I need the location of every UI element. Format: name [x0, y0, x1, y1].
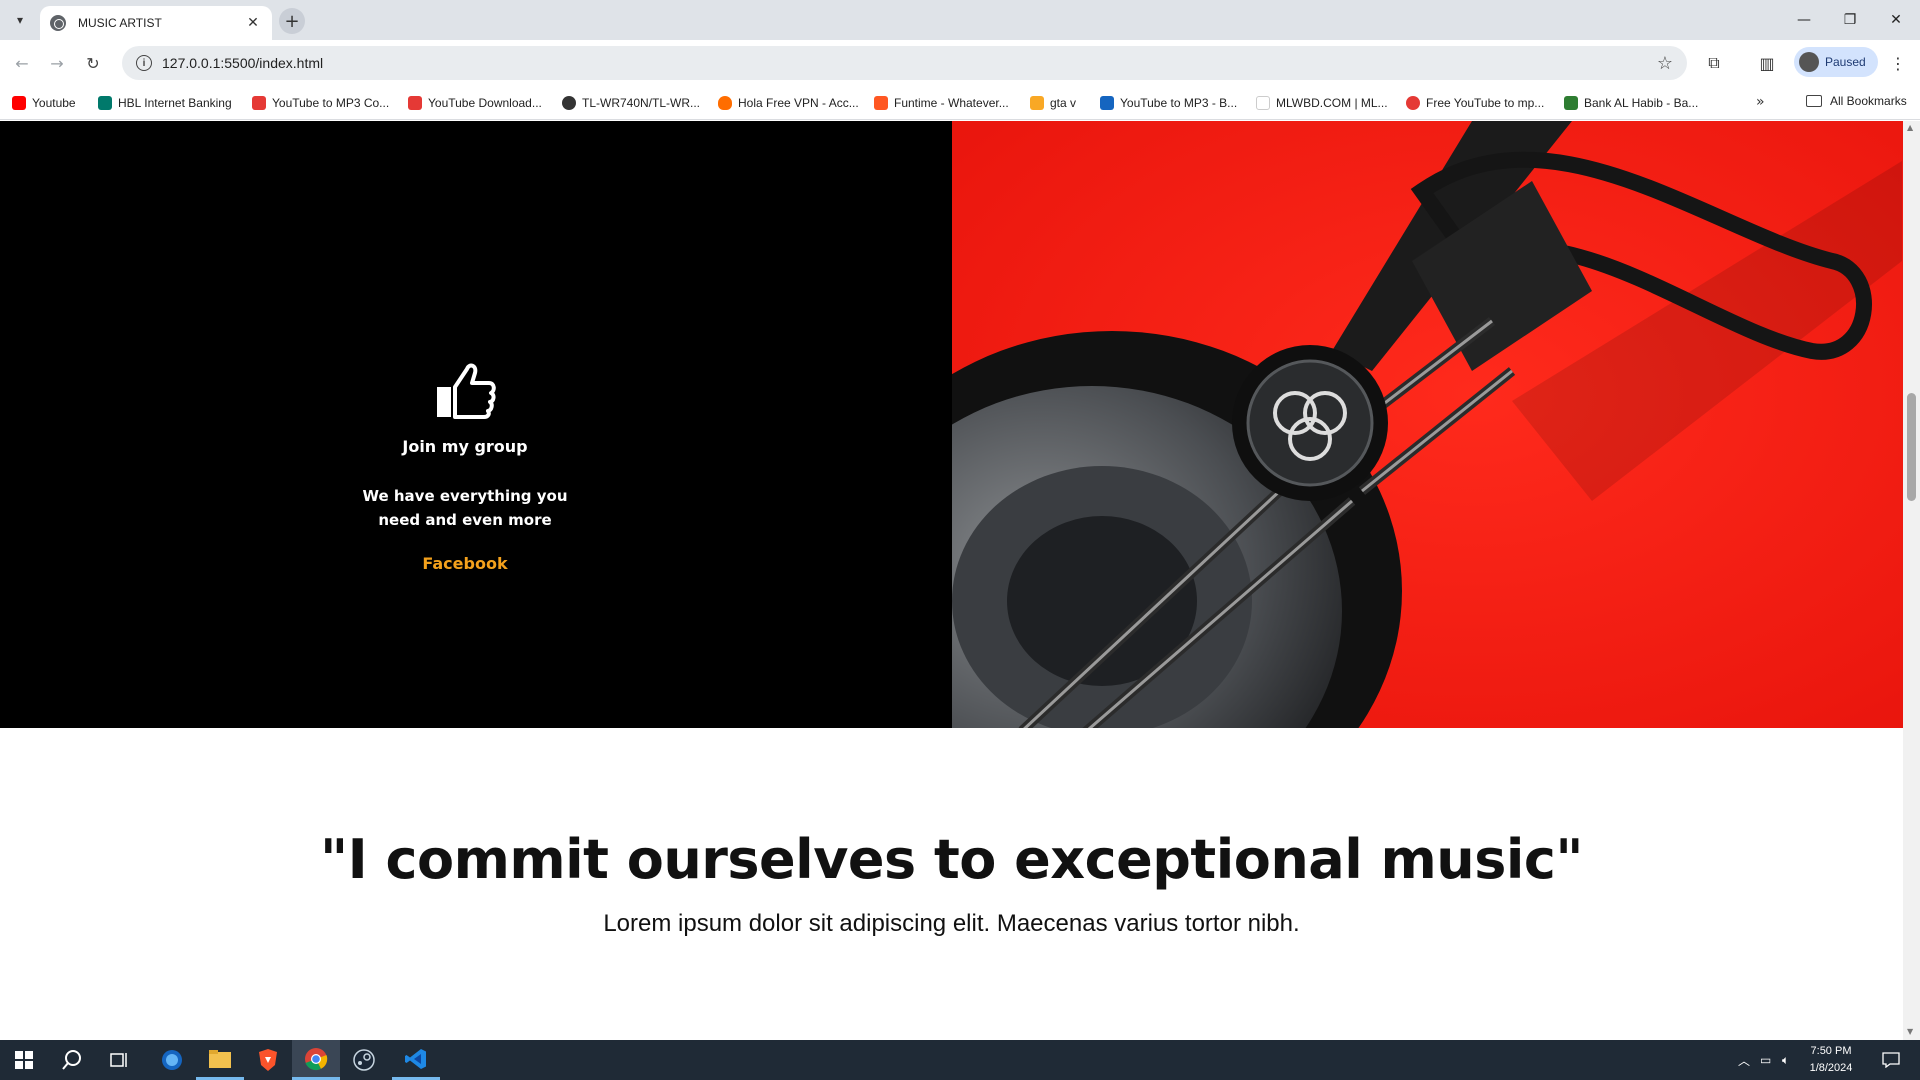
show-hidden-icons-icon[interactable]: ︿ — [1738, 1040, 1750, 1080]
search-icon[interactable] — [48, 1040, 96, 1080]
join-group-title: Join my group — [402, 437, 528, 456]
minimize-icon[interactable]: — — [1781, 8, 1827, 32]
bookmark-item[interactable]: Bank AL Habib - Ba... — [1564, 94, 1698, 112]
youtube-icon — [12, 96, 26, 110]
page-viewport: Join my group We have everything you nee… — [0, 121, 1903, 1040]
browser-toolbar: ← → ↻ i 127.0.0.1:5500/index.html ☆ ⧉ ▥ … — [0, 40, 1920, 86]
tab-music-artist[interactable]: MUSIC ARTIST ✕ — [40, 6, 272, 40]
bookmark-item[interactable]: Youtube — [12, 94, 76, 112]
rockstar-icon — [1030, 96, 1044, 110]
network-icon[interactable]: ▭ — [1760, 1040, 1771, 1080]
bookmark-item[interactable]: Hola Free VPN - Acc... — [718, 94, 859, 112]
vscode-icon[interactable] — [392, 1040, 440, 1080]
tab-title: MUSIC ARTIST — [78, 16, 162, 30]
folder-icon — [1806, 95, 1822, 107]
avatar — [1799, 52, 1819, 72]
more-bookmarks-icon[interactable]: » — [1756, 94, 1765, 110]
bookmark-item[interactable]: YouTube Download... — [408, 94, 542, 112]
address-bar[interactable]: i 127.0.0.1:5500/index.html ☆ — [122, 46, 1687, 80]
all-bookmarks-button[interactable]: All Bookmarks — [1806, 94, 1907, 108]
url-text[interactable]: 127.0.0.1:5500/index.html — [162, 55, 1657, 71]
facebook-link[interactable]: Facebook — [422, 554, 507, 573]
headphones-image — [952, 121, 1903, 728]
bookmark-item[interactable]: Free YouTube to mp... — [1406, 94, 1544, 112]
globe-icon — [50, 15, 66, 31]
profile-button[interactable]: Paused — [1794, 47, 1878, 77]
brave-browser-icon[interactable] — [244, 1040, 292, 1080]
bookmark-item[interactable]: YouTube to MP3 - B... — [1100, 94, 1237, 112]
scrollbar-thumb[interactable] — [1907, 393, 1916, 501]
restore-icon[interactable]: ❐ — [1827, 8, 1873, 32]
thumbs-up-icon — [437, 363, 496, 419]
download-icon — [408, 96, 422, 110]
system-clock[interactable]: 7:50 PM 1/8/2024 — [1786, 1043, 1876, 1077]
steam-icon[interactable] — [340, 1040, 388, 1080]
hbl-icon — [98, 96, 112, 110]
bookmark-item[interactable]: TL-WR740N/TL-WR... — [562, 94, 700, 112]
scroll-up-icon[interactable]: ▲ — [1907, 123, 1913, 132]
bookmark-item[interactable]: Funtime - Whatever... — [874, 94, 1009, 112]
link-icon — [1406, 96, 1420, 110]
headphones-photo — [952, 121, 1903, 728]
bookmark-star-icon[interactable]: ☆ — [1657, 53, 1673, 74]
tab-strip: ▾ MUSIC ARTIST ✕ + — ❐ ✕ — [0, 0, 1920, 40]
join-group-panel: Join my group We have everything you nee… — [0, 121, 952, 728]
quote-subtext: Lorem ipsum dolor sit adipiscing elit. M… — [603, 910, 1300, 937]
bookmark-item[interactable]: gta v — [1030, 94, 1076, 112]
close-tab-icon[interactable]: ✕ — [244, 15, 262, 31]
bookmarks-bar: Youtube HBL Internet Banking YouTube to … — [0, 86, 1920, 120]
tab-search-chevron-icon[interactable]: ▾ — [8, 8, 32, 32]
task-view-icon[interactable] — [96, 1040, 144, 1080]
cortana-icon[interactable] — [148, 1040, 196, 1080]
join-group-description: We have everything you need and even mor… — [362, 487, 568, 529]
join-group-content: Join my group We have everything you nee… — [355, 361, 575, 573]
back-arrow-icon[interactable]: ← — [10, 51, 34, 75]
bookmark-item[interactable]: YouTube to MP3 Co... — [252, 94, 389, 112]
funtime-icon — [874, 96, 888, 110]
file-explorer-icon[interactable] — [196, 1040, 244, 1080]
bookmark-item[interactable]: HBL Internet Banking — [98, 94, 232, 112]
chrome-icon[interactable] — [292, 1040, 340, 1080]
bookmark-item[interactable]: MLWBD.COM | ML... — [1256, 94, 1388, 112]
download-icon — [1100, 96, 1114, 110]
forward-arrow-icon[interactable]: → — [45, 51, 69, 75]
windows-start-icon[interactable] — [0, 1040, 48, 1080]
blank-page-icon — [1256, 96, 1270, 110]
reload-icon[interactable]: ↻ — [81, 51, 105, 75]
page-scrollbar[interactable]: ▲ ▼ — [1903, 121, 1920, 1040]
globe-icon — [562, 96, 576, 110]
quote-heading: "I commit ourselves to exceptional music… — [319, 828, 1584, 891]
scroll-down-icon[interactable]: ▼ — [1907, 1027, 1913, 1036]
notification-icon[interactable] — [1882, 1040, 1900, 1080]
close-window-icon[interactable]: ✕ — [1873, 8, 1919, 32]
site-info-icon[interactable]: i — [136, 55, 152, 71]
bank-icon — [1564, 96, 1578, 110]
download-icon — [252, 96, 266, 110]
profile-status: Paused — [1825, 55, 1866, 69]
flame-icon — [718, 96, 732, 110]
kebab-menu-icon[interactable]: ⋮ — [1886, 51, 1910, 75]
extensions-puzzle-icon[interactable]: ⧉ — [1702, 51, 1726, 75]
side-panel-icon[interactable]: ▥ — [1755, 51, 1779, 75]
windows-taskbar: ︿ ▭ 🔈︎ 7:50 PM 1/8/2024 — [0, 1040, 1920, 1080]
quote-section: "I commit ourselves to exceptional music… — [0, 728, 1903, 1040]
new-tab-button[interactable]: + — [279, 8, 305, 34]
